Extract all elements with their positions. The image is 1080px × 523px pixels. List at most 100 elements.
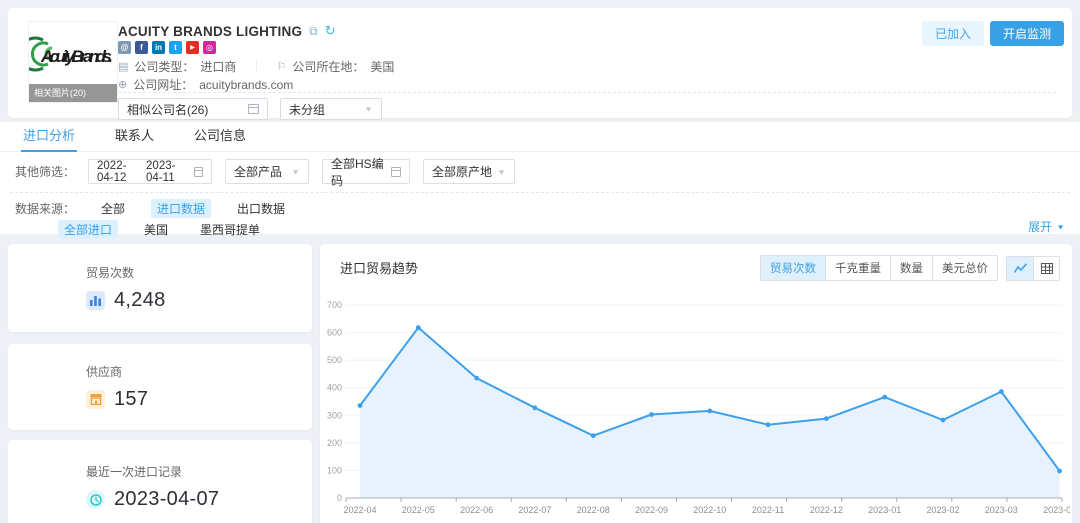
source-suboption-us[interactable]: 美国 [138, 220, 174, 239]
refresh-icon[interactable]: ↻ [325, 23, 336, 39]
list-icon [248, 104, 259, 114]
shop-icon [86, 390, 105, 409]
source-option-export[interactable]: 出口数据 [231, 199, 291, 218]
svg-text:300: 300 [327, 410, 342, 420]
hs-code-select[interactable]: 全部HS编码 [322, 159, 410, 184]
svg-text:2023-03: 2023-03 [985, 505, 1018, 515]
svg-text:400: 400 [327, 383, 342, 393]
date-end: 2023-04-11 [146, 160, 188, 184]
company-name: ACUITY BRANDS LIGHTING [118, 24, 302, 39]
table-view-button[interactable] [1033, 257, 1059, 280]
group-select[interactable]: 未分组 ▼ [280, 98, 382, 120]
other-filters-label: 其他筛选： [15, 163, 75, 180]
svg-text:2022-11: 2022-11 [752, 505, 784, 515]
stat-value: 4,248 [114, 289, 166, 312]
data-source-label: 数据来源： [15, 200, 75, 217]
social-icons: @ fint ▶ ◎ [118, 41, 216, 54]
svg-text:2022-05: 2022-05 [402, 505, 435, 515]
related-images-overlay[interactable]: 相关图片(20) [29, 84, 117, 102]
chevron-down-icon: ▼ [497, 168, 506, 176]
filter-divider [10, 192, 1070, 193]
metric-kg-weight[interactable]: 千克重量 [825, 256, 890, 280]
date-start: 2022-04-12 [97, 160, 140, 184]
location-icon: ⚐ [276, 60, 286, 73]
stat-card-suppliers: 供应商 157 [8, 344, 312, 430]
svg-text:2023-01: 2023-01 [868, 505, 901, 515]
chevron-down-icon: ▼ [1056, 223, 1065, 231]
instagram-icon[interactable]: ◎ [203, 41, 216, 54]
expand-label: 展开 [1028, 218, 1052, 235]
company-type-label: 公司类型： [134, 58, 194, 75]
tab-import-analysis[interactable]: 进口分析 [23, 122, 75, 152]
line-chart-icon [1014, 263, 1027, 274]
svg-text:200: 200 [327, 438, 342, 448]
clock-icon [86, 490, 105, 509]
stat-card-trade-count: 贸易次数 4,248 [8, 244, 312, 332]
svg-text:2022-07: 2022-07 [518, 505, 551, 515]
origin-select-value: 全部原产地 [432, 163, 492, 180]
joined-button[interactable]: 已加入 [922, 21, 984, 46]
chart-title: 进口贸易趋势 [340, 258, 418, 277]
expand-link[interactable]: 展开 ▼ [1028, 218, 1065, 235]
source-option-import[interactable]: 进口数据 [151, 199, 211, 218]
svg-text:2022-09: 2022-09 [635, 505, 668, 515]
company-logo[interactable]: AcuityBrands. 相关图片(20) [28, 21, 118, 103]
company-site-value[interactable]: acuitybrands.com [199, 78, 293, 92]
meta-separator: ｜ [250, 58, 262, 75]
metric-usd-total[interactable]: 美元总价 [932, 256, 997, 280]
svg-text:0: 0 [337, 493, 342, 503]
line-chart-view-button[interactable] [1007, 257, 1033, 280]
stat-value: 157 [114, 388, 148, 411]
svg-text:500: 500 [327, 355, 342, 365]
similar-companies-label: 相似公司名(26) [127, 101, 208, 118]
source-suboption-all-import[interactable]: 全部进口 [58, 220, 118, 239]
facebook-icon[interactable]: f [135, 41, 148, 54]
tab-company-info[interactable]: 公司信息 [194, 122, 246, 152]
youtube-icon[interactable]: ▶ [186, 41, 199, 54]
svg-text:100: 100 [327, 465, 342, 475]
stat-label: 最近一次进口记录 [86, 463, 219, 480]
svg-text:2023-04: 2023-04 [1043, 505, 1070, 515]
company-type-icon: ▤ [118, 60, 128, 73]
svg-text:600: 600 [327, 328, 342, 338]
company-type-value: 进口商 [200, 58, 236, 75]
twitter-icon[interactable]: t [169, 41, 182, 54]
hs-code-value: 全部HS编码 [331, 155, 391, 189]
metric-button-group: 贸易次数 千克重量 数量 美元总价 [760, 255, 998, 281]
website-icon[interactable]: @ [118, 41, 131, 54]
product-select[interactable]: 全部产品 ▼ [225, 159, 309, 184]
source-option-all[interactable]: 全部 [95, 199, 131, 218]
stat-value: 2023-04-07 [114, 488, 219, 511]
group-select-value: 未分组 [289, 101, 325, 118]
linkedin-icon[interactable]: in [152, 41, 165, 54]
similar-companies-selector[interactable]: 相似公司名(26) [118, 98, 268, 120]
stat-label: 供应商 [86, 363, 148, 380]
start-monitor-button[interactable]: 开启监测 [990, 21, 1064, 46]
metric-trade-count[interactable]: 贸易次数 [761, 256, 825, 280]
svg-text:2022-08: 2022-08 [577, 505, 610, 515]
bar-chart-icon [86, 291, 105, 310]
company-header-card: AcuityBrands. 相关图片(20) ACUITY BRANDS LIG… [8, 8, 1072, 118]
svg-text:2023-02: 2023-02 [926, 505, 959, 515]
globe-icon: ⊕ [118, 78, 127, 91]
table-icon [1041, 263, 1053, 274]
svg-text:2022-10: 2022-10 [693, 505, 726, 515]
company-site-label: 公司网址： [133, 76, 193, 93]
date-range-picker[interactable]: 2022-04-12 2023-04-11 [88, 159, 212, 184]
tab-bar: 进口分析 联系人 公司信息 [0, 122, 1080, 152]
import-trend-card: 进口贸易趋势 贸易次数 千克重量 数量 美元总价 0 100 200 300 400 50… [320, 244, 1072, 523]
tab-contacts[interactable]: 联系人 [115, 122, 154, 152]
svg-text:2022-04: 2022-04 [343, 505, 376, 515]
company-location-value: 美国 [370, 58, 394, 75]
source-suboption-mexico[interactable]: 墨西哥提单 [194, 220, 266, 239]
origin-select[interactable]: 全部原产地 ▼ [423, 159, 515, 184]
copy-icon[interactable]: ⧉ [309, 24, 318, 39]
metric-quantity[interactable]: 数量 [890, 256, 932, 280]
header-divider [118, 92, 1056, 93]
svg-text:2022-06: 2022-06 [460, 505, 493, 515]
view-toggle [1006, 256, 1060, 281]
trend-chart[interactable]: 01002003004005006007002022-042022-052022… [326, 286, 1070, 523]
filters-panel: 进口分析 联系人 公司信息 其他筛选： 2022-04-12 2023-04-1… [0, 122, 1080, 234]
svg-text:2022-12: 2022-12 [810, 505, 843, 515]
stat-label: 贸易次数 [86, 264, 166, 281]
